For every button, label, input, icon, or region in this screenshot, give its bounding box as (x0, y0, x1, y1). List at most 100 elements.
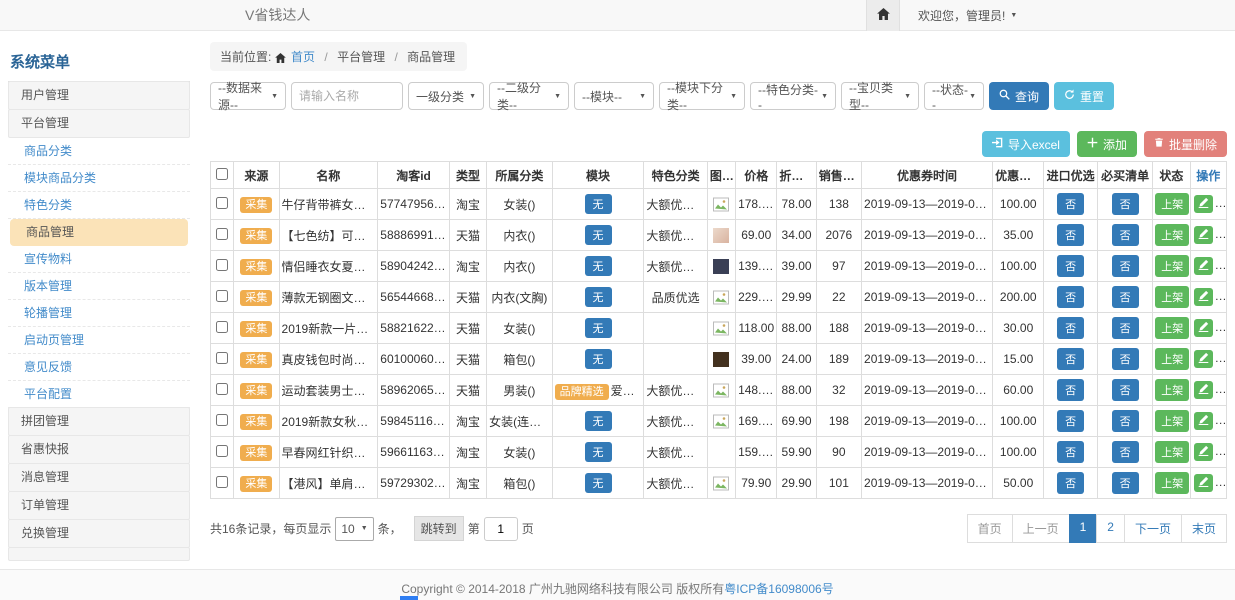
must-buy-toggle[interactable]: 否 (1112, 441, 1139, 463)
row-checkbox[interactable] (216, 445, 228, 457)
row-checkbox[interactable] (216, 383, 228, 395)
sidebar-item-兑换管理[interactable]: 兑换管理 (8, 519, 190, 548)
import-select-toggle[interactable]: 否 (1057, 317, 1084, 339)
import-select-toggle[interactable]: 否 (1057, 348, 1084, 370)
sidebar-item-省惠快报[interactable]: 省惠快报 (8, 435, 190, 464)
row-checkbox[interactable] (216, 352, 228, 364)
sidebar-item-特色分类[interactable]: 特色分类 (8, 192, 190, 219)
import-select-toggle[interactable]: 否 (1057, 472, 1084, 494)
must-buy-toggle[interactable]: 否 (1112, 348, 1139, 370)
data-source-select[interactable]: --数据来源--▼ (210, 82, 286, 110)
filter-select-3[interactable]: --模块下分类--▼ (659, 82, 745, 110)
pager-button-上一页[interactable]: 上一页 (1012, 514, 1070, 543)
per-page-select[interactable]: 10 ▼ (335, 517, 373, 541)
status-badge[interactable]: 上架 (1155, 472, 1189, 494)
icp-link[interactable]: 粤ICP备16098006号 (724, 582, 833, 596)
select-all-checkbox[interactable] (216, 168, 228, 180)
row-checkbox[interactable] (216, 197, 228, 209)
name-search-input[interactable] (291, 82, 403, 110)
pager-button-2[interactable]: 2 (1096, 514, 1125, 543)
jump-button[interactable]: 跳转到 (414, 516, 464, 541)
edit-button[interactable] (1194, 257, 1213, 275)
status-badge[interactable]: 上架 (1155, 193, 1189, 215)
sidebar-item-启动页管理[interactable]: 启动页管理 (8, 327, 190, 354)
filter-select-6[interactable]: --状态--▼ (924, 82, 984, 110)
sidebar-item-商品分类[interactable]: 商品分类 (8, 138, 190, 165)
filter-select-0[interactable]: 一级分类▼ (408, 82, 484, 110)
import-select-toggle[interactable]: 否 (1057, 255, 1084, 277)
status-badge[interactable]: 上架 (1155, 348, 1189, 370)
must-buy-toggle[interactable]: 否 (1112, 410, 1139, 432)
import-select-toggle[interactable]: 否 (1057, 410, 1084, 432)
edit-button[interactable] (1194, 350, 1213, 368)
status-badge[interactable]: 上架 (1155, 286, 1189, 308)
chevron-down-icon: ▼ (904, 93, 911, 100)
edit-button[interactable] (1194, 319, 1213, 337)
filter-select-5[interactable]: --宝贝类型--▼ (841, 82, 919, 110)
pager-button-末页[interactable]: 末页 (1181, 514, 1227, 543)
edit-button[interactable] (1194, 288, 1213, 306)
edit-button[interactable] (1194, 443, 1213, 461)
sidebar-item-订单管理[interactable]: 订单管理 (8, 491, 190, 520)
sidebar-item-拼团管理[interactable]: 拼团管理 (8, 407, 190, 436)
row-checkbox[interactable] (216, 476, 228, 488)
must-buy-toggle[interactable]: 否 (1112, 317, 1139, 339)
sidebar-item-消息管理[interactable]: 消息管理 (8, 463, 190, 492)
sidebar-item-宣传物料[interactable]: 宣传物料 (8, 246, 190, 273)
row-checkbox[interactable] (216, 290, 228, 302)
sidebar-item-用户管理[interactable]: 用户管理 (8, 81, 190, 110)
row-checkbox[interactable] (216, 228, 228, 240)
sidebar-item-平台管理[interactable]: 平台管理 (8, 109, 190, 138)
import-select-toggle[interactable]: 否 (1057, 441, 1084, 463)
add-button[interactable]: 添加 (1077, 131, 1137, 157)
pager-button-1[interactable]: 1 (1069, 514, 1098, 543)
edit-button[interactable] (1194, 226, 1213, 244)
row-checkbox[interactable] (216, 414, 228, 426)
must-buy-toggle[interactable]: 否 (1112, 193, 1139, 215)
must-buy-toggle[interactable]: 否 (1112, 224, 1139, 246)
sidebar-item-轮播管理[interactable]: 轮播管理 (8, 300, 190, 327)
status-badge[interactable]: 上架 (1155, 379, 1189, 401)
row-checkbox[interactable] (216, 321, 228, 333)
status-badge[interactable]: 上架 (1155, 255, 1189, 277)
filter-select-1[interactable]: --二级分类--▼ (489, 82, 569, 110)
user-menu[interactable]: 欢迎您，管理员! ▼ (918, 7, 1017, 24)
must-buy-toggle[interactable]: 否 (1112, 255, 1139, 277)
sidebar-item-版本管理[interactable]: 版本管理 (8, 273, 190, 300)
import-select-toggle[interactable]: 否 (1057, 379, 1084, 401)
row-checkbox[interactable] (216, 259, 228, 271)
sidebar-item-模块商品分类[interactable]: 模块商品分类 (8, 165, 190, 192)
product-name: 早春网红针织外套女春... (279, 437, 378, 468)
must-buy-toggle[interactable]: 否 (1112, 286, 1139, 308)
sidebar-item-平台配置[interactable]: 平台配置 (8, 381, 190, 408)
must-buy-toggle[interactable]: 否 (1112, 472, 1139, 494)
page-number-input[interactable] (484, 517, 518, 541)
status-badge[interactable]: 上架 (1155, 410, 1189, 432)
home-button[interactable] (866, 0, 900, 31)
import-select-toggle[interactable]: 否 (1057, 193, 1084, 215)
edit-button[interactable] (1194, 381, 1213, 399)
must-buy-toggle[interactable]: 否 (1112, 379, 1139, 401)
status-badge[interactable]: 上架 (1155, 317, 1189, 339)
filter-select-4[interactable]: --特色分类--▼ (750, 82, 836, 110)
import-select-toggle[interactable]: 否 (1057, 286, 1084, 308)
filter-select-2[interactable]: --模块--▼ (574, 82, 654, 110)
pager-button-首页[interactable]: 首页 (967, 514, 1013, 543)
feature-category: 大额优惠券 (644, 189, 708, 220)
import-excel-button[interactable]: 导入excel (982, 131, 1070, 157)
sidebar-item-意见反馈[interactable]: 意见反馈 (8, 354, 190, 381)
status-badge[interactable]: 上架 (1155, 441, 1189, 463)
edit-button[interactable] (1194, 412, 1213, 430)
status-badge[interactable]: 上架 (1155, 224, 1189, 246)
pager-button-下一页[interactable]: 下一页 (1124, 514, 1182, 543)
edit-icon (1198, 476, 1209, 490)
sidebar-item-clipped[interactable] (8, 547, 190, 561)
sidebar-item-商品管理[interactable]: 商品管理 (10, 219, 188, 246)
edit-button[interactable] (1194, 195, 1213, 213)
reset-button[interactable]: 重置 (1054, 82, 1114, 110)
batch-delete-button[interactable]: 批量删除 (1144, 131, 1227, 157)
import-select-toggle[interactable]: 否 (1057, 224, 1084, 246)
breadcrumb-home-link[interactable]: 首页 (291, 50, 315, 64)
search-button[interactable]: 查询 (989, 82, 1049, 110)
edit-button[interactable] (1194, 474, 1213, 492)
